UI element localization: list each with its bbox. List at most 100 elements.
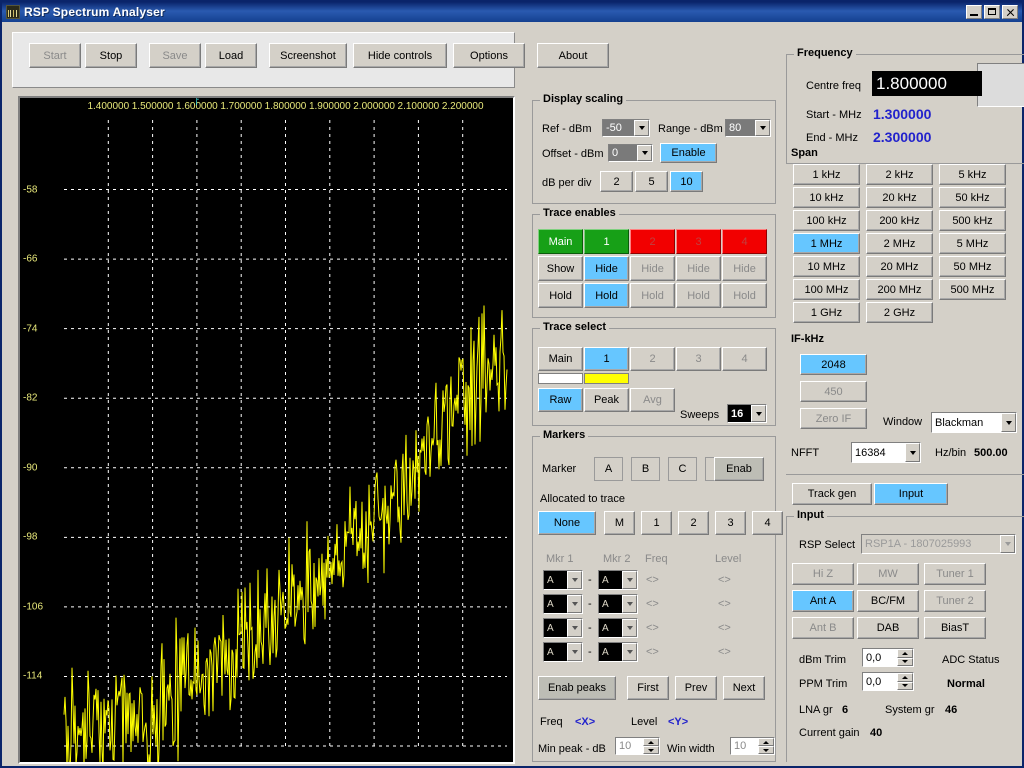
maximize-icon[interactable] <box>984 5 1000 19</box>
chevron-down-icon[interactable] <box>637 145 652 161</box>
span-button-10-mhz[interactable]: 10 MHz <box>793 256 860 277</box>
sweeps-combo[interactable]: 16 <box>727 404 767 423</box>
span-button-500-mhz[interactable]: 500 MHz <box>939 279 1006 300</box>
toolbar-button-load[interactable]: Load <box>205 43 257 68</box>
prev-peak-button[interactable]: Prev <box>675 676 717 700</box>
mkr2-combo-4[interactable]: A <box>598 642 638 662</box>
trace-show-hide-1[interactable]: Hide <box>584 256 629 281</box>
trace-hold-3[interactable]: Hold <box>676 283 721 308</box>
alloc-trace-m[interactable]: M <box>604 511 635 535</box>
mkr1-combo-1[interactable]: A <box>543 570 583 590</box>
stepper-arrows[interactable] <box>897 673 913 690</box>
nfft-combo[interactable]: 16384 <box>851 442 921 463</box>
stepper-up-icon[interactable] <box>758 738 774 746</box>
chevron-down-icon[interactable] <box>1000 535 1015 553</box>
db-per-div-5[interactable]: 5 <box>635 171 668 192</box>
trace-enable-main[interactable]: Main <box>538 229 583 254</box>
span-button-200-khz[interactable]: 200 kHz <box>866 210 933 231</box>
ref-dbm-combo[interactable]: -50 <box>602 119 650 137</box>
stepper-arrows[interactable] <box>897 649 913 666</box>
offset-dbm-combo[interactable]: 0 <box>608 144 653 162</box>
span-button-10-khz[interactable]: 10 kHz <box>793 187 860 208</box>
rsp-select-combo[interactable]: RSP1A - 1807025993 <box>861 534 1016 554</box>
stepper-arrows[interactable] <box>758 738 774 754</box>
win-width-stepper[interactable]: 10 <box>730 737 775 755</box>
toolbar-button-save[interactable]: Save <box>149 43 201 68</box>
span-button-1-khz[interactable]: 1 kHz <box>793 164 860 185</box>
chevron-down-icon[interactable] <box>905 443 920 462</box>
span-button-50-mhz[interactable]: 50 MHz <box>939 256 1006 277</box>
minimize-icon[interactable] <box>966 5 982 19</box>
input-button-dab[interactable]: DAB <box>857 617 919 639</box>
next-peak-button[interactable]: Next <box>723 676 765 700</box>
chevron-down-icon[interactable] <box>622 643 637 661</box>
trace-select-main[interactable]: Main <box>538 347 583 371</box>
toolbar-button-start[interactable]: Start <box>29 43 81 68</box>
if-button-450[interactable]: 450 <box>800 381 867 402</box>
first-peak-button[interactable]: First <box>627 676 669 700</box>
span-button-2-mhz[interactable]: 2 MHz <box>866 233 933 254</box>
if-button-zero-if[interactable]: Zero IF <box>800 408 867 429</box>
marker-enab-button[interactable]: Enab <box>714 457 764 481</box>
mkr1-combo-3[interactable]: A <box>543 618 583 638</box>
input-button-ant-b[interactable]: Ant B <box>792 617 854 639</box>
marker-button-a[interactable]: A <box>594 457 623 481</box>
chevron-down-icon[interactable] <box>622 595 637 613</box>
centre-freq-value[interactable]: 1.800000 <box>872 71 982 96</box>
chevron-down-icon[interactable] <box>567 619 582 637</box>
trace-select-3[interactable]: 3 <box>676 347 721 371</box>
chevron-down-icon[interactable] <box>1001 413 1016 432</box>
span-button-500-khz[interactable]: 500 kHz <box>939 210 1006 231</box>
trace-show-hide-3[interactable]: Hide <box>676 256 721 281</box>
trace-enable-3[interactable]: 3 <box>676 229 721 254</box>
span-button-1-mhz[interactable]: 1 MHz <box>793 233 860 254</box>
span-button-100-khz[interactable]: 100 kHz <box>793 210 860 231</box>
stepper-up-icon[interactable] <box>643 738 659 746</box>
stepper-down-icon[interactable] <box>758 746 774 754</box>
trace-select-2[interactable]: 2 <box>630 347 675 371</box>
trace-mode-avg[interactable]: Avg <box>630 388 675 412</box>
spectrum-graph[interactable]: 1.400000 1.500000 1.600000 1.700000 1.800000… <box>18 96 515 764</box>
alloc-trace-2[interactable]: 2 <box>678 511 709 535</box>
track-gen-button[interactable]: Track gen <box>792 483 872 505</box>
input-button-tuner-2[interactable]: Tuner 2 <box>924 590 986 612</box>
span-button-2-khz[interactable]: 2 kHz <box>866 164 933 185</box>
input-button-ant-a[interactable]: Ant A <box>792 590 854 612</box>
cursor-marker-icon[interactable]: ⸷ <box>192 98 201 108</box>
enab-peaks-button[interactable]: Enab peaks <box>538 676 616 700</box>
toolbar-button-screenshot[interactable]: Screenshot <box>269 43 347 68</box>
trace-show-hide-main[interactable]: Show <box>538 256 583 281</box>
input-source-button[interactable]: Input <box>874 483 948 505</box>
chevron-down-icon[interactable] <box>622 571 637 589</box>
input-button-biast[interactable]: BiasT <box>924 617 986 639</box>
window-combo[interactable]: Blackman <box>931 412 1017 433</box>
alloc-trace-none[interactable]: None <box>538 511 596 535</box>
chevron-down-icon[interactable] <box>751 405 766 422</box>
close-icon[interactable] <box>1002 5 1018 19</box>
db-per-div-10[interactable]: 10 <box>670 171 703 192</box>
alloc-trace-4[interactable]: 4 <box>752 511 783 535</box>
chevron-down-icon[interactable] <box>567 571 582 589</box>
span-button-2-ghz[interactable]: 2 GHz <box>866 302 933 323</box>
stepper-down-icon[interactable] <box>643 746 659 754</box>
trace-enable-2[interactable]: 2 <box>630 229 675 254</box>
mkr2-combo-3[interactable]: A <box>598 618 638 638</box>
toolbar-button-about[interactable]: About <box>537 43 609 68</box>
mkr2-combo-1[interactable]: A <box>598 570 638 590</box>
input-button-hi-z[interactable]: Hi Z <box>792 563 854 585</box>
chevron-down-icon[interactable] <box>634 120 649 136</box>
marker-button-b[interactable]: B <box>631 457 660 481</box>
range-dbm-combo[interactable]: 80 <box>725 119 771 137</box>
stepper-up-icon[interactable] <box>897 649 913 658</box>
span-button-20-mhz[interactable]: 20 MHz <box>866 256 933 277</box>
input-button-tuner-1[interactable]: Tuner 1 <box>924 563 986 585</box>
chevron-down-icon[interactable] <box>567 595 582 613</box>
trace-select-4[interactable]: 4 <box>722 347 767 371</box>
trace-mode-peak[interactable]: Peak <box>584 388 629 412</box>
toolbar-button-stop[interactable]: Stop <box>85 43 137 68</box>
db-per-div-2[interactable]: 2 <box>600 171 633 192</box>
marker-button-c[interactable]: C <box>668 457 697 481</box>
ppm-trim-stepper[interactable]: 0,0 <box>862 672 914 691</box>
chevron-down-icon[interactable] <box>622 619 637 637</box>
trace-show-hide-4[interactable]: Hide <box>722 256 767 281</box>
